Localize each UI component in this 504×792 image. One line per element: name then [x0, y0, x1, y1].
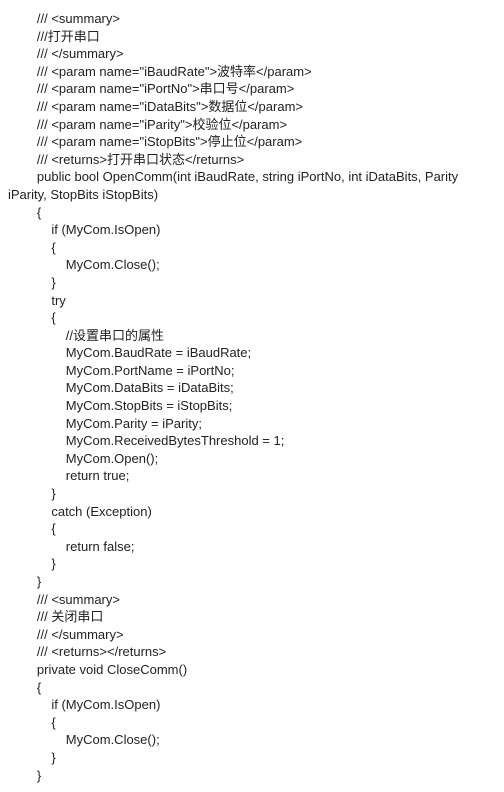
code-line: /// 关闭串口: [8, 608, 504, 626]
code-line: return false;: [8, 538, 504, 556]
code-line: try: [8, 292, 504, 310]
code-line: public bool OpenComm(int iBaudRate, stri…: [8, 168, 504, 186]
code-line: MyCom.Close();: [8, 256, 504, 274]
code-line: MyCom.PortName = iPortNo;: [8, 362, 504, 380]
code-line: /// <param name="iDataBits">数据位</param>: [8, 98, 504, 116]
code-line: MyCom.Open();: [8, 450, 504, 468]
code-line: }: [8, 767, 504, 785]
code-line: {: [8, 520, 504, 538]
code-line: }: [8, 749, 504, 767]
code-line: /// <summary>: [8, 591, 504, 609]
code-line: /// <param name="iParity">校验位</param>: [8, 116, 504, 134]
code-line: }: [8, 573, 504, 591]
code-line: iParity, StopBits iStopBits): [8, 186, 504, 204]
code-line: }: [8, 555, 504, 573]
code-line: MyCom.DataBits = iDataBits;: [8, 379, 504, 397]
code-line: if (MyCom.IsOpen): [8, 221, 504, 239]
code-line: /// </summary>: [8, 626, 504, 644]
code-line: /// <returns></returns>: [8, 643, 504, 661]
code-line: /// <returns>打开串口状态</returns>: [8, 151, 504, 169]
code-line: /// <param name="iStopBits">停止位</param>: [8, 133, 504, 151]
code-line: /// <param name="iPortNo">串口号</param>: [8, 80, 504, 98]
code-line: catch (Exception): [8, 503, 504, 521]
code-line: MyCom.Close();: [8, 731, 504, 749]
code-line: MyCom.ReceivedBytesThreshold = 1;: [8, 432, 504, 450]
code-line: return true;: [8, 467, 504, 485]
code-line: MyCom.BaudRate = iBaudRate;: [8, 344, 504, 362]
code-line: /// <summary>: [8, 10, 504, 28]
code-line: }: [8, 485, 504, 503]
code-line: {: [8, 679, 504, 697]
code-line: {: [8, 204, 504, 222]
code-line: {: [8, 714, 504, 732]
code-line: MyCom.Parity = iParity;: [8, 415, 504, 433]
code-line: /// </summary>: [8, 45, 504, 63]
code-line: if (MyCom.IsOpen): [8, 696, 504, 714]
code-line: {: [8, 309, 504, 327]
code-line: private void CloseComm(): [8, 661, 504, 679]
code-line: MyCom.StopBits = iStopBits;: [8, 397, 504, 415]
code-line: ///打开串口: [8, 28, 504, 46]
code-line: //设置串口的属性: [8, 327, 504, 345]
code-line: }: [8, 274, 504, 292]
code-line: {: [8, 239, 504, 257]
code-block: /// <summary> ///打开串口 /// </summary> ///…: [8, 10, 504, 784]
code-line: /// <param name="iBaudRate">波特率</param>: [8, 63, 504, 81]
